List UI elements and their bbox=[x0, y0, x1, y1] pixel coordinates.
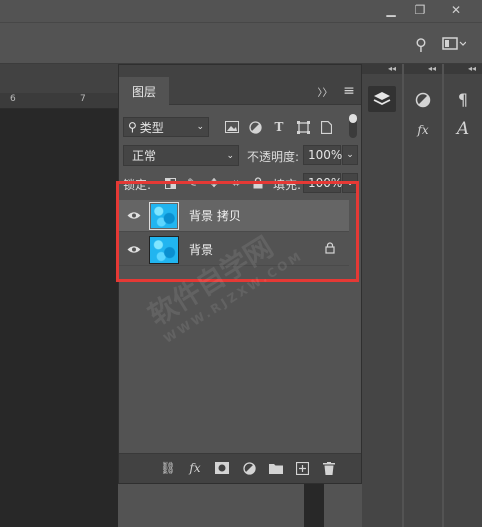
ruler-tick-6: 6 bbox=[10, 94, 16, 104]
adjustments-icon[interactable] bbox=[413, 90, 433, 110]
panel-menu-icon[interactable]: ≡ bbox=[341, 83, 357, 99]
panel-header bbox=[119, 65, 361, 77]
character-icon[interactable]: A bbox=[453, 119, 473, 139]
dock-column-2: ◂◂ fx bbox=[404, 64, 442, 527]
add-layer-style-icon[interactable]: fx bbox=[186, 459, 204, 477]
paragraph-icon[interactable]: ¶ bbox=[453, 89, 473, 109]
search-icon: ⚲ bbox=[128, 120, 137, 134]
blend-mode-select[interactable]: 正常 ⌄ bbox=[123, 145, 239, 166]
search-icon[interactable]: ⚲ bbox=[410, 33, 432, 55]
tab-layers[interactable]: 图层 bbox=[119, 77, 169, 105]
close-icon[interactable]: ✕ bbox=[440, 0, 472, 20]
dock-column-1: ◂◂ bbox=[362, 64, 402, 527]
layers-bottom-bar: ⛓ fx bbox=[119, 453, 361, 483]
restore-icon[interactable]: ❐ bbox=[404, 0, 436, 20]
adjustment-filter-icon[interactable] bbox=[247, 118, 263, 136]
document-tab-strip bbox=[0, 64, 118, 93]
collapse-icon[interactable]: ◂◂ bbox=[404, 64, 442, 74]
window-title-bar: ▁ ❐ ✕ bbox=[0, 0, 482, 22]
layers-panel-icon[interactable] bbox=[368, 86, 396, 112]
filter-kind-value: 类型 bbox=[139, 120, 164, 135]
collapse-panel-icon[interactable]: 〉〉 bbox=[317, 83, 333, 99]
dock-column-3: ◂◂ ¶ A bbox=[444, 64, 482, 527]
ruler-tick-7: 7 bbox=[80, 94, 86, 104]
workspace-icon[interactable] bbox=[441, 35, 467, 53]
new-layer-icon[interactable] bbox=[293, 460, 311, 476]
collapse-icon[interactable]: ◂◂ bbox=[362, 64, 402, 74]
type-filter-icon[interactable]: T bbox=[271, 118, 287, 136]
new-group-icon[interactable] bbox=[267, 460, 285, 476]
chevron-down-icon: ⌄ bbox=[196, 122, 204, 132]
opacity-label: 不透明度: bbox=[247, 150, 300, 164]
new-adjustment-layer-icon[interactable] bbox=[240, 460, 258, 476]
chevron-down-icon: ⌄ bbox=[226, 150, 234, 161]
filter-kind-select[interactable]: ⚲ 类型 ⌄ bbox=[123, 117, 209, 137]
document-canvas[interactable] bbox=[0, 109, 118, 527]
filter-toggle-knob bbox=[349, 114, 357, 123]
link-layers-icon[interactable]: ⛓ bbox=[159, 460, 177, 476]
filter-toggle-switch[interactable] bbox=[349, 114, 357, 138]
opacity-dropdown-button[interactable]: ⌄ bbox=[342, 145, 358, 165]
shape-filter-icon[interactable] bbox=[295, 118, 311, 136]
document-canvas-edge bbox=[304, 480, 324, 527]
collapse-icon[interactable]: ◂◂ bbox=[444, 64, 482, 74]
options-bar: ⚲ bbox=[0, 22, 482, 64]
panel-tab-bar: 图层 〉〉 ≡ bbox=[119, 77, 361, 105]
image-filter-icon[interactable] bbox=[224, 118, 240, 136]
blend-mode-value: 正常 bbox=[132, 149, 157, 163]
horizontal-ruler: 6 7 bbox=[0, 93, 118, 109]
minimize-icon[interactable]: ▁ bbox=[375, 0, 407, 20]
add-mask-icon[interactable] bbox=[213, 460, 231, 476]
opacity-input[interactable]: 100% bbox=[303, 145, 342, 165]
styles-fx-icon[interactable]: fx bbox=[413, 120, 433, 140]
delete-layer-icon[interactable] bbox=[320, 460, 338, 476]
smart-object-filter-icon[interactable] bbox=[318, 118, 334, 136]
